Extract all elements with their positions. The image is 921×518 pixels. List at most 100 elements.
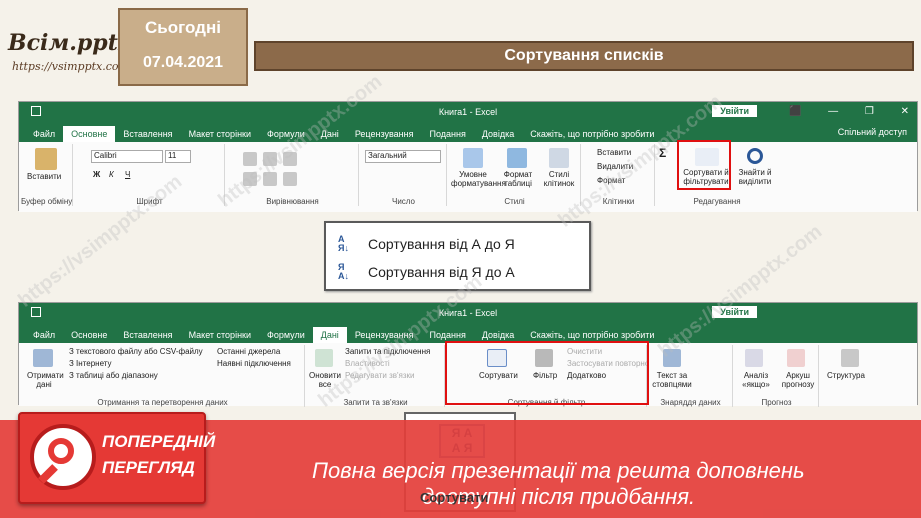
group-label: Буфер обміну xyxy=(21,197,73,206)
tab-home[interactable]: Основне xyxy=(63,327,115,343)
text-to-columns-icon[interactable] xyxy=(663,349,681,367)
minimize-icon[interactable]: — xyxy=(828,106,838,117)
logo-url: https://vsimpptx.com xyxy=(12,60,129,73)
align-top-icon[interactable] xyxy=(243,152,257,166)
delete-cells-button[interactable]: Видалити xyxy=(597,162,633,171)
font-name-select[interactable]: Calibri xyxy=(91,150,163,163)
highlight-sort-filter xyxy=(677,140,731,190)
ribbon-tabs: Файл Основне Вставлення Макет сторінки Ф… xyxy=(19,323,917,343)
italic-button[interactable]: К xyxy=(109,170,114,179)
conditional-format-icon[interactable] xyxy=(463,148,483,168)
menu-item-label: Сортування від Я до А xyxy=(368,264,515,280)
cell-styles-button[interactable]: Стилі клітинок xyxy=(539,170,579,188)
number-format-select[interactable]: Загальний xyxy=(365,150,441,163)
paste-button[interactable]: Вставити xyxy=(27,172,61,181)
what-if-icon[interactable] xyxy=(745,349,763,367)
tab-insert[interactable]: Вставлення xyxy=(115,327,180,343)
insert-cells-button[interactable]: Вставити xyxy=(597,148,631,157)
sort-ascending-icon: А Я↓ xyxy=(338,234,349,253)
outline-icon[interactable] xyxy=(841,349,859,367)
menu-item-sort-desc[interactable]: Я А↓ Сортування від Я до А xyxy=(338,259,515,285)
existing-connections-button[interactable]: Наявні підключення xyxy=(217,359,291,368)
get-data-button[interactable]: Отримати дані xyxy=(27,371,64,389)
tab-data[interactable]: Дані xyxy=(312,327,347,343)
preview-badge[interactable]: ПОПЕРЕДНІЙ ПЕРЕГЛЯД xyxy=(18,412,215,504)
outline-button[interactable]: Структура xyxy=(827,371,865,380)
ribbon-display-icon[interactable]: ⬛ xyxy=(789,106,801,117)
edit-links-button[interactable]: Редагувати зв'язки xyxy=(345,371,415,380)
excel-titlebar: Книга1 - Excel Увійти ⬛ — ❐ ✕ xyxy=(19,102,917,122)
align-left-icon[interactable] xyxy=(243,172,257,186)
autosum-icon[interactable]: Σ xyxy=(659,146,666,160)
group-label: Прогноз xyxy=(761,398,792,407)
font-size-select[interactable]: 11 xyxy=(165,150,191,163)
bold-button[interactable]: Ж xyxy=(93,170,100,179)
tab-formulas[interactable]: Формули xyxy=(259,126,313,142)
get-data-icon[interactable] xyxy=(33,349,53,367)
group-styles: Умовне форматування Формат таблиці Стилі… xyxy=(449,144,581,206)
refresh-all-button[interactable]: Оновити все xyxy=(309,371,341,389)
date-box: Сьогодні 07.04.2021 xyxy=(118,8,248,86)
slide-title-bar: Сортування списків xyxy=(254,41,914,71)
what-if-button[interactable]: Аналіз «якщо» xyxy=(737,371,775,389)
tab-help[interactable]: Довідка xyxy=(474,126,522,142)
tab-home[interactable]: Основне xyxy=(63,126,116,142)
group-label: Знаряддя даних xyxy=(660,398,721,407)
paste-icon[interactable] xyxy=(35,148,57,170)
menu-item-sort-asc[interactable]: А Я↓ Сортування від А до Я xyxy=(338,231,515,257)
recent-sources-button[interactable]: Останні джерела xyxy=(217,347,280,356)
window-title: Книга1 - Excel xyxy=(438,107,498,117)
refresh-icon[interactable] xyxy=(315,349,333,367)
forecast-icon[interactable] xyxy=(787,349,805,367)
tab-insert[interactable]: Вставлення xyxy=(115,126,180,142)
group-label: Отримання та перетворення даних xyxy=(97,398,228,407)
tab-data[interactable]: Дані xyxy=(313,126,347,142)
queries-connections-button[interactable]: Запити та підключення xyxy=(345,347,430,356)
properties-button[interactable]: Властивості xyxy=(345,359,390,368)
align-right-icon[interactable] xyxy=(283,172,297,186)
group-label: Клітинки xyxy=(602,197,635,206)
align-center-icon[interactable] xyxy=(263,172,277,186)
signin-button[interactable]: Увійти xyxy=(712,105,757,117)
tab-formulas[interactable]: Формули xyxy=(259,327,313,343)
conditional-format-button[interactable]: Умовне форматування xyxy=(451,170,506,188)
tab-file[interactable]: Файл xyxy=(25,126,63,142)
group-font: Calibri 11 Ж К Ч Шрифт xyxy=(75,144,225,206)
format-table-icon[interactable] xyxy=(507,148,527,168)
tab-view[interactable]: Подання xyxy=(421,126,473,142)
today-label: Сьогодні xyxy=(145,18,221,37)
signin-button[interactable]: Увійти xyxy=(712,306,757,318)
find-select-button[interactable]: Знайти й виділити xyxy=(735,168,775,186)
preview-line2: ПЕРЕГЛЯД xyxy=(102,458,195,477)
group-outline: Структура xyxy=(821,345,881,407)
menu-item-label: Сортування від А до Я xyxy=(368,236,515,252)
align-bottom-icon[interactable] xyxy=(283,152,297,166)
align-middle-icon[interactable] xyxy=(263,152,277,166)
tab-review[interactable]: Рецензування xyxy=(347,126,422,142)
format-cells-button[interactable]: Формат xyxy=(597,176,625,185)
forecast-sheet-button[interactable]: Аркуш прогнозу xyxy=(779,371,817,389)
group-label: Вирівнювання xyxy=(266,197,319,206)
group-queries: Оновити все Запити та підключення Власти… xyxy=(307,345,445,407)
tab-file[interactable]: Файл xyxy=(25,327,63,343)
from-table-button[interactable]: З таблиці або діапазону xyxy=(69,371,158,380)
tab-review[interactable]: Рецензування xyxy=(347,327,422,343)
group-clipboard: Вставити Буфер обміну xyxy=(21,144,73,206)
tab-page-layout[interactable]: Макет сторінки xyxy=(181,327,259,343)
window-controls: ⬛ — ❐ ✕ xyxy=(789,106,909,117)
excel-window-home: Книга1 - Excel Увійти ⬛ — ❐ ✕ Файл Основ… xyxy=(18,101,918,212)
group-cells: Вставити Видалити Формат Клітинки xyxy=(583,144,655,206)
cell-styles-icon[interactable] xyxy=(549,148,569,168)
tell-me-search[interactable]: Скажіть, що потрібно зробити xyxy=(522,126,662,142)
share-button[interactable]: Спільний доступ xyxy=(838,127,907,137)
tab-page-layout[interactable]: Макет сторінки xyxy=(181,126,259,142)
restore-icon[interactable]: ❐ xyxy=(865,106,874,117)
underline-button[interactable]: Ч xyxy=(125,170,130,179)
find-icon[interactable] xyxy=(747,148,763,164)
from-csv-button[interactable]: З текстового файлу або CSV-файлу xyxy=(69,347,203,356)
format-table-button[interactable]: Формат таблиці xyxy=(499,170,537,188)
group-alignment: Вирівнювання xyxy=(227,144,359,206)
from-web-button[interactable]: З Інтернету xyxy=(69,359,112,368)
text-to-columns-button[interactable]: Текст за стовпцями xyxy=(651,371,693,389)
close-icon[interactable]: ✕ xyxy=(901,106,909,117)
